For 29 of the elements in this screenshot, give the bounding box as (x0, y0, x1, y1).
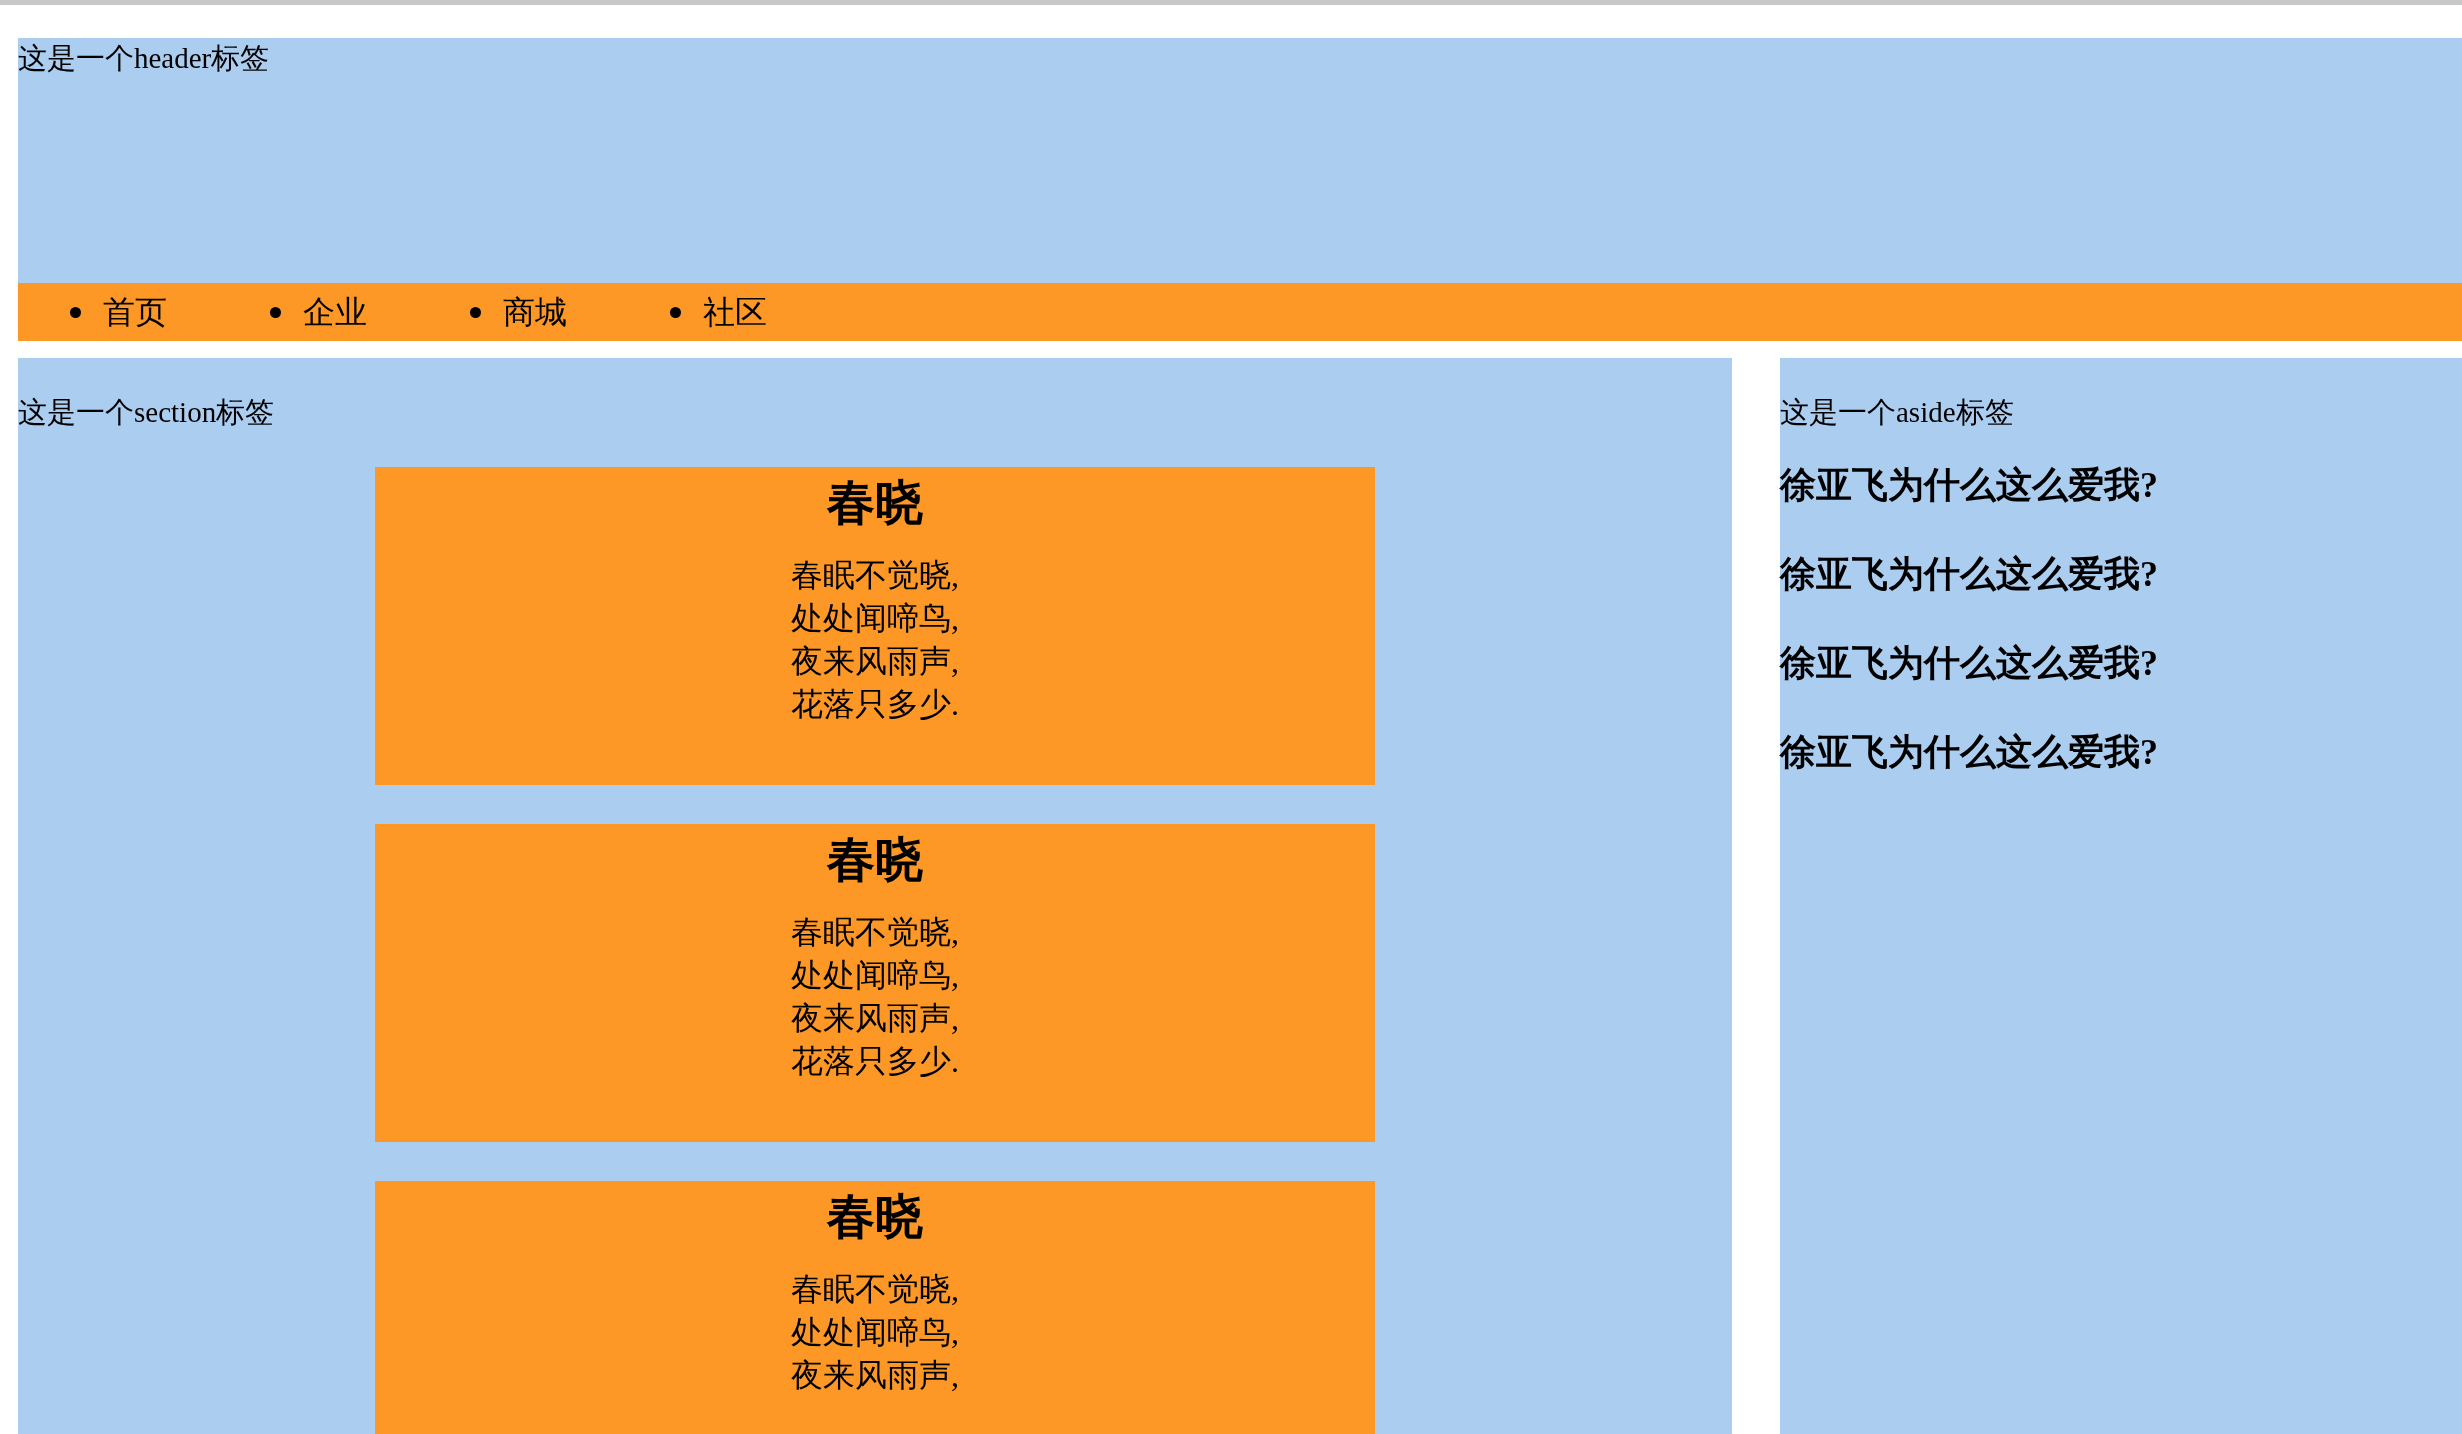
bullet-icon (270, 306, 281, 318)
aside-heading: 徐亚飞为什么这么爱我? (1780, 645, 2158, 681)
aside-text: 这是一个aside标签 (1780, 398, 2014, 427)
poem-line: 春眠不觉晓, (791, 916, 959, 948)
bullet-icon (470, 306, 481, 318)
aside-heading: 徐亚飞为什么这么爱我? (1780, 556, 2158, 592)
poem-line: 春眠不觉晓, (791, 559, 959, 591)
poem-line: 夜来风雨声, (791, 1359, 959, 1391)
bullet-icon (670, 306, 681, 318)
poem-line: 夜来风雨声, (791, 645, 959, 677)
header-text: 这是一个header标签 (18, 44, 270, 73)
poem-line: 花落只多少. (791, 688, 959, 720)
poem-title: 春晓 (827, 479, 923, 527)
nav-link[interactable]: 社区 (703, 296, 767, 328)
nav-link[interactable]: 企业 (303, 296, 367, 328)
nav-link[interactable]: 首页 (103, 296, 167, 328)
bullet-icon (70, 306, 81, 318)
nav-link[interactable]: 商城 (503, 296, 567, 328)
poem-title: 春晓 (827, 1193, 923, 1241)
aside-heading: 徐亚飞为什么这么爱我? (1780, 734, 2158, 770)
poem-line: 处处闻啼鸟, (791, 959, 959, 991)
poem-line: 春眠不觉晓, (791, 1273, 959, 1305)
poem-line: 夜来风雨声, (791, 1002, 959, 1034)
aside-heading: 徐亚飞为什么这么爱我? (1780, 467, 2158, 503)
poem-title: 春晓 (827, 836, 923, 884)
section-text: 这是一个section标签 (18, 398, 275, 427)
poem-line: 处处闻啼鸟, (791, 1316, 959, 1348)
poem-line: 处处闻啼鸟, (791, 602, 959, 634)
poem-line: 花落只多少. (791, 1045, 959, 1077)
